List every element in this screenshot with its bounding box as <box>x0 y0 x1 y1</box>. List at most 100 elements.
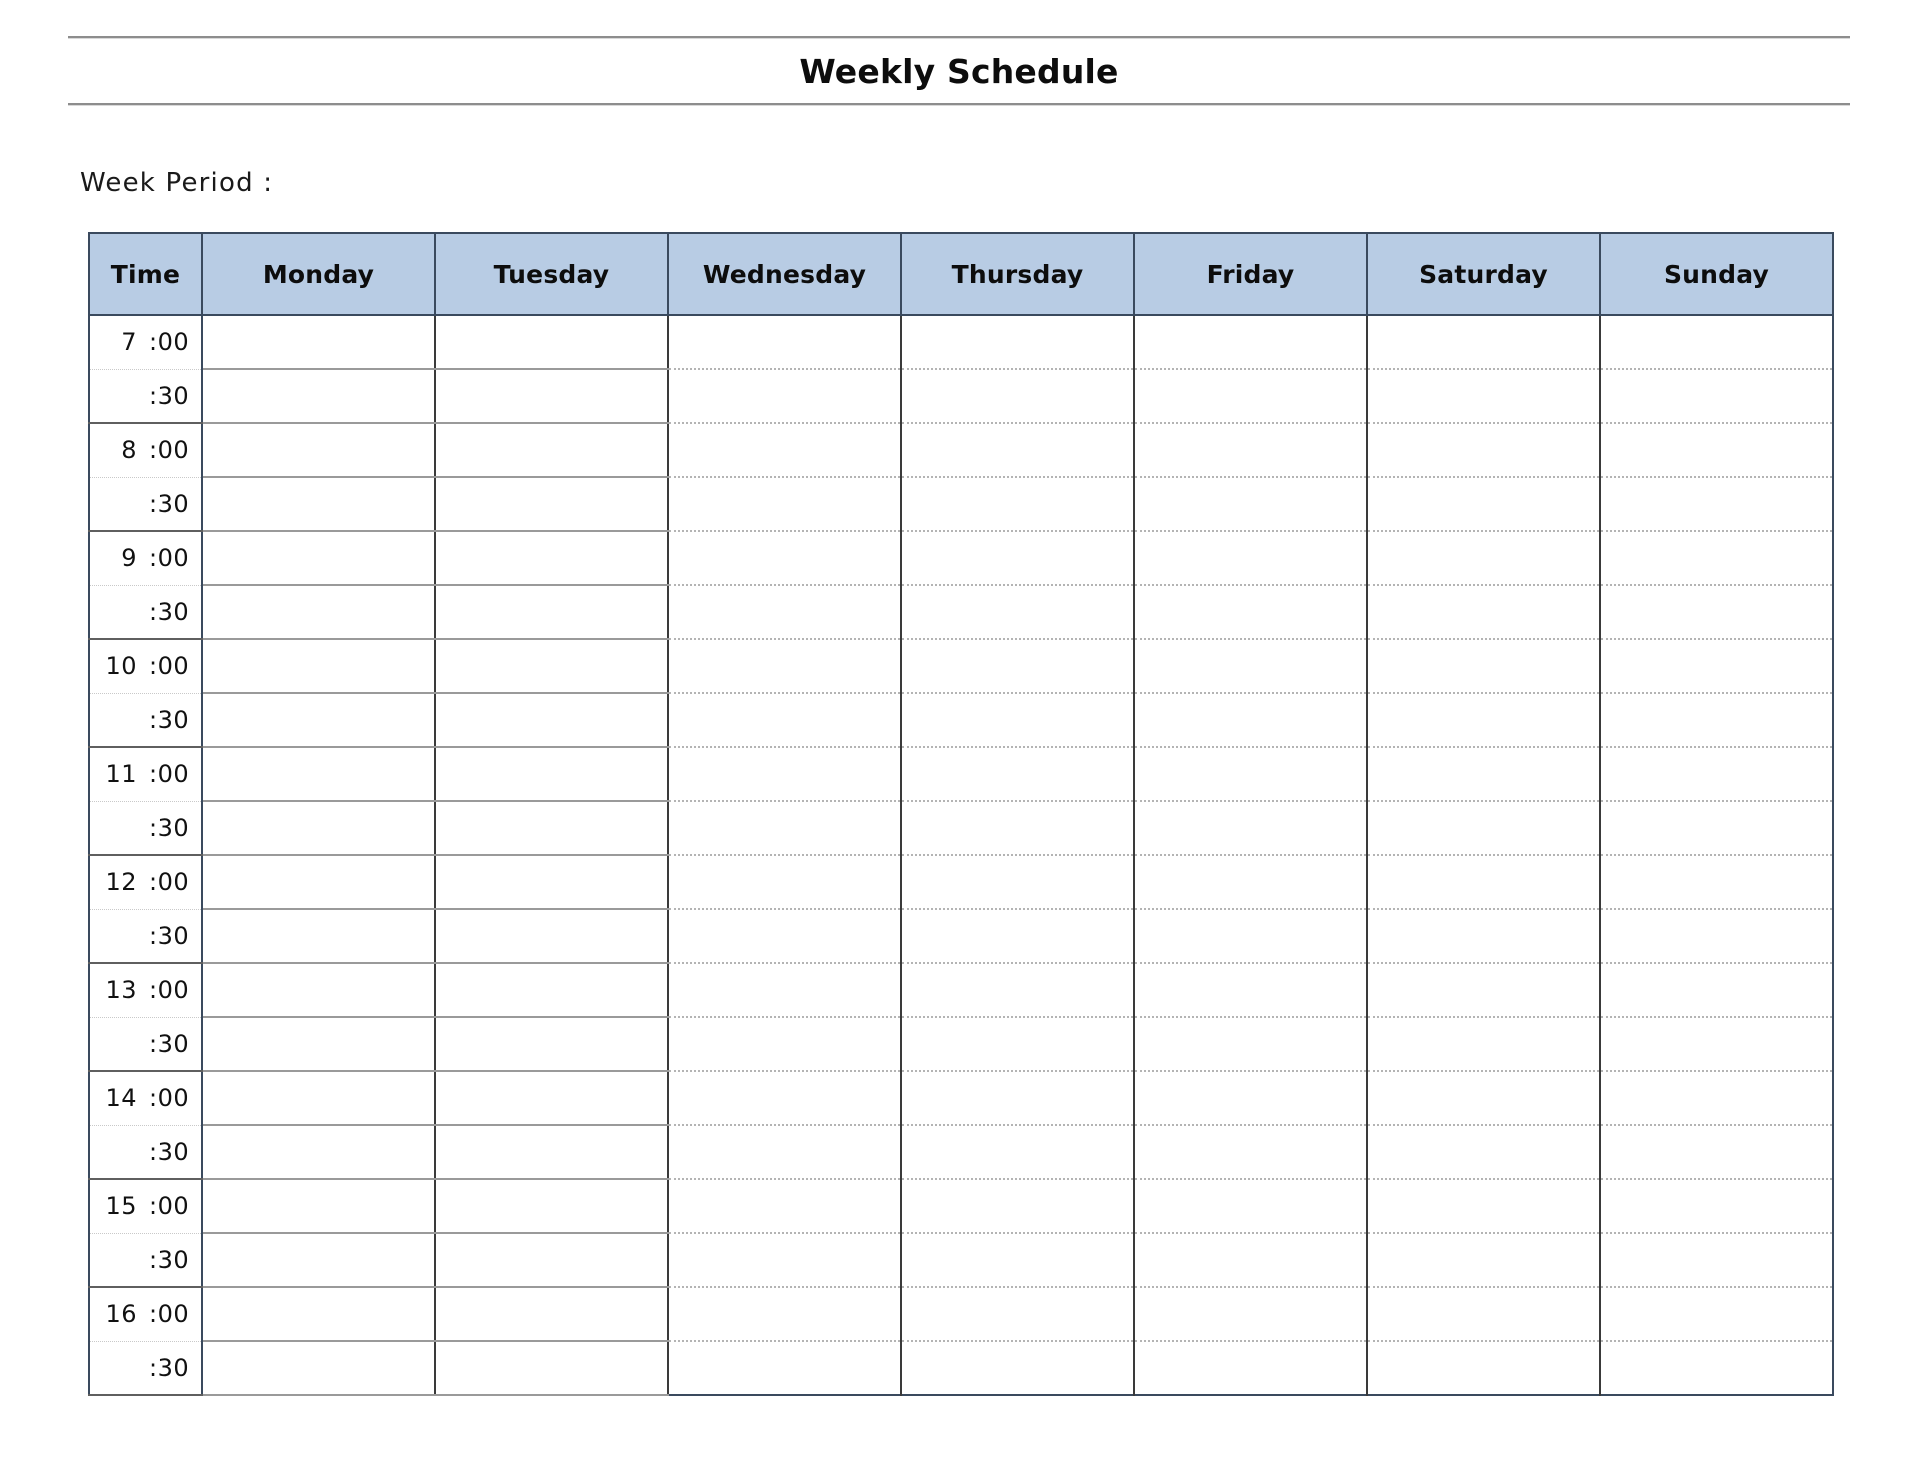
slot-cell-wednesday-x:30[interactable] <box>667 477 902 532</box>
slot-cell-thursday-11:00[interactable] <box>900 747 1135 802</box>
slot-cell-saturday-x:30[interactable] <box>1366 909 1601 964</box>
slot-cell-thursday-x:30[interactable] <box>900 585 1135 640</box>
slot-cell-wednesday-14:00[interactable] <box>667 1071 902 1126</box>
slot-cell-sunday-16:00[interactable] <box>1599 1287 1834 1342</box>
slot-cell-thursday-14:00[interactable] <box>900 1071 1135 1126</box>
slot-cell-friday-16:00[interactable] <box>1133 1287 1368 1342</box>
slot-cell-friday-15:00[interactable] <box>1133 1179 1368 1234</box>
slot-cell-monday-x:30[interactable] <box>201 585 436 640</box>
slot-cell-tuesday-7:00[interactable] <box>434 315 669 370</box>
slot-cell-friday-x:30[interactable] <box>1133 477 1368 532</box>
slot-cell-tuesday-x:30[interactable] <box>434 369 669 424</box>
slot-cell-sunday-x:30[interactable] <box>1599 801 1834 856</box>
slot-cell-saturday-x:30[interactable] <box>1366 1017 1601 1072</box>
slot-cell-monday-x:30[interactable] <box>201 1017 436 1072</box>
slot-cell-wednesday-x:30[interactable] <box>667 1341 902 1396</box>
slot-cell-saturday-x:30[interactable] <box>1366 801 1601 856</box>
slot-cell-wednesday-16:00[interactable] <box>667 1287 902 1342</box>
slot-cell-thursday-7:00[interactable] <box>900 315 1135 370</box>
slot-cell-friday-x:30[interactable] <box>1133 801 1368 856</box>
slot-cell-wednesday-x:30[interactable] <box>667 801 902 856</box>
slot-cell-wednesday-8:00[interactable] <box>667 423 902 478</box>
slot-cell-wednesday-x:30[interactable] <box>667 693 902 748</box>
slot-cell-friday-7:00[interactable] <box>1133 315 1368 370</box>
slot-cell-friday-x:30[interactable] <box>1133 1233 1368 1288</box>
slot-cell-tuesday-x:30[interactable] <box>434 477 669 532</box>
slot-cell-sunday-11:00[interactable] <box>1599 747 1834 802</box>
slot-cell-monday-10:00[interactable] <box>201 639 436 694</box>
slot-cell-saturday-x:30[interactable] <box>1366 585 1601 640</box>
slot-cell-friday-x:30[interactable] <box>1133 369 1368 424</box>
slot-cell-tuesday-x:30[interactable] <box>434 693 669 748</box>
slot-cell-sunday-x:30[interactable] <box>1599 1125 1834 1180</box>
slot-cell-tuesday-x:30[interactable] <box>434 585 669 640</box>
slot-cell-wednesday-13:00[interactable] <box>667 963 902 1018</box>
slot-cell-monday-15:00[interactable] <box>201 1179 436 1234</box>
slot-cell-friday-x:30[interactable] <box>1133 585 1368 640</box>
slot-cell-thursday-x:30[interactable] <box>900 1233 1135 1288</box>
slot-cell-friday-13:00[interactable] <box>1133 963 1368 1018</box>
slot-cell-wednesday-x:30[interactable] <box>667 1125 902 1180</box>
slot-cell-thursday-15:00[interactable] <box>900 1179 1135 1234</box>
slot-cell-wednesday-x:30[interactable] <box>667 1233 902 1288</box>
slot-cell-saturday-10:00[interactable] <box>1366 639 1601 694</box>
slot-cell-tuesday-x:30[interactable] <box>434 1017 669 1072</box>
slot-cell-sunday-x:30[interactable] <box>1599 477 1834 532</box>
slot-cell-tuesday-16:00[interactable] <box>434 1287 669 1342</box>
slot-cell-thursday-13:00[interactable] <box>900 963 1135 1018</box>
slot-cell-thursday-x:30[interactable] <box>900 1017 1135 1072</box>
slot-cell-monday-9:00[interactable] <box>201 531 436 586</box>
slot-cell-saturday-x:30[interactable] <box>1366 1341 1601 1396</box>
slot-cell-wednesday-10:00[interactable] <box>667 639 902 694</box>
slot-cell-sunday-x:30[interactable] <box>1599 1233 1834 1288</box>
slot-cell-thursday-12:00[interactable] <box>900 855 1135 910</box>
slot-cell-wednesday-x:30[interactable] <box>667 585 902 640</box>
slot-cell-wednesday-x:30[interactable] <box>667 1017 902 1072</box>
slot-cell-sunday-x:30[interactable] <box>1599 585 1834 640</box>
slot-cell-monday-x:30[interactable] <box>201 1233 436 1288</box>
slot-cell-tuesday-8:00[interactable] <box>434 423 669 478</box>
slot-cell-friday-10:00[interactable] <box>1133 639 1368 694</box>
slot-cell-sunday-8:00[interactable] <box>1599 423 1834 478</box>
slot-cell-saturday-x:30[interactable] <box>1366 1233 1601 1288</box>
slot-cell-saturday-7:00[interactable] <box>1366 315 1601 370</box>
slot-cell-saturday-15:00[interactable] <box>1366 1179 1601 1234</box>
slot-cell-tuesday-x:30[interactable] <box>434 909 669 964</box>
slot-cell-thursday-10:00[interactable] <box>900 639 1135 694</box>
slot-cell-friday-x:30[interactable] <box>1133 693 1368 748</box>
slot-cell-thursday-9:00[interactable] <box>900 531 1135 586</box>
slot-cell-monday-16:00[interactable] <box>201 1287 436 1342</box>
slot-cell-sunday-x:30[interactable] <box>1599 369 1834 424</box>
slot-cell-sunday-12:00[interactable] <box>1599 855 1834 910</box>
slot-cell-friday-14:00[interactable] <box>1133 1071 1368 1126</box>
slot-cell-friday-x:30[interactable] <box>1133 1017 1368 1072</box>
slot-cell-wednesday-x:30[interactable] <box>667 369 902 424</box>
slot-cell-thursday-8:00[interactable] <box>900 423 1135 478</box>
slot-cell-monday-x:30[interactable] <box>201 909 436 964</box>
slot-cell-friday-9:00[interactable] <box>1133 531 1368 586</box>
slot-cell-monday-8:00[interactable] <box>201 423 436 478</box>
slot-cell-wednesday-9:00[interactable] <box>667 531 902 586</box>
slot-cell-monday-x:30[interactable] <box>201 477 436 532</box>
slot-cell-tuesday-11:00[interactable] <box>434 747 669 802</box>
slot-cell-saturday-14:00[interactable] <box>1366 1071 1601 1126</box>
slot-cell-monday-12:00[interactable] <box>201 855 436 910</box>
slot-cell-monday-x:30[interactable] <box>201 369 436 424</box>
slot-cell-tuesday-x:30[interactable] <box>434 1125 669 1180</box>
slot-cell-saturday-x:30[interactable] <box>1366 477 1601 532</box>
slot-cell-sunday-9:00[interactable] <box>1599 531 1834 586</box>
slot-cell-friday-8:00[interactable] <box>1133 423 1368 478</box>
slot-cell-sunday-7:00[interactable] <box>1599 315 1834 370</box>
slot-cell-thursday-x:30[interactable] <box>900 801 1135 856</box>
slot-cell-saturday-x:30[interactable] <box>1366 1125 1601 1180</box>
slot-cell-thursday-16:00[interactable] <box>900 1287 1135 1342</box>
slot-cell-friday-11:00[interactable] <box>1133 747 1368 802</box>
slot-cell-sunday-x:30[interactable] <box>1599 1017 1834 1072</box>
slot-cell-saturday-11:00[interactable] <box>1366 747 1601 802</box>
slot-cell-sunday-13:00[interactable] <box>1599 963 1834 1018</box>
slot-cell-tuesday-14:00[interactable] <box>434 1071 669 1126</box>
slot-cell-saturday-9:00[interactable] <box>1366 531 1601 586</box>
slot-cell-thursday-x:30[interactable] <box>900 477 1135 532</box>
slot-cell-thursday-x:30[interactable] <box>900 1341 1135 1396</box>
slot-cell-sunday-x:30[interactable] <box>1599 1341 1834 1396</box>
